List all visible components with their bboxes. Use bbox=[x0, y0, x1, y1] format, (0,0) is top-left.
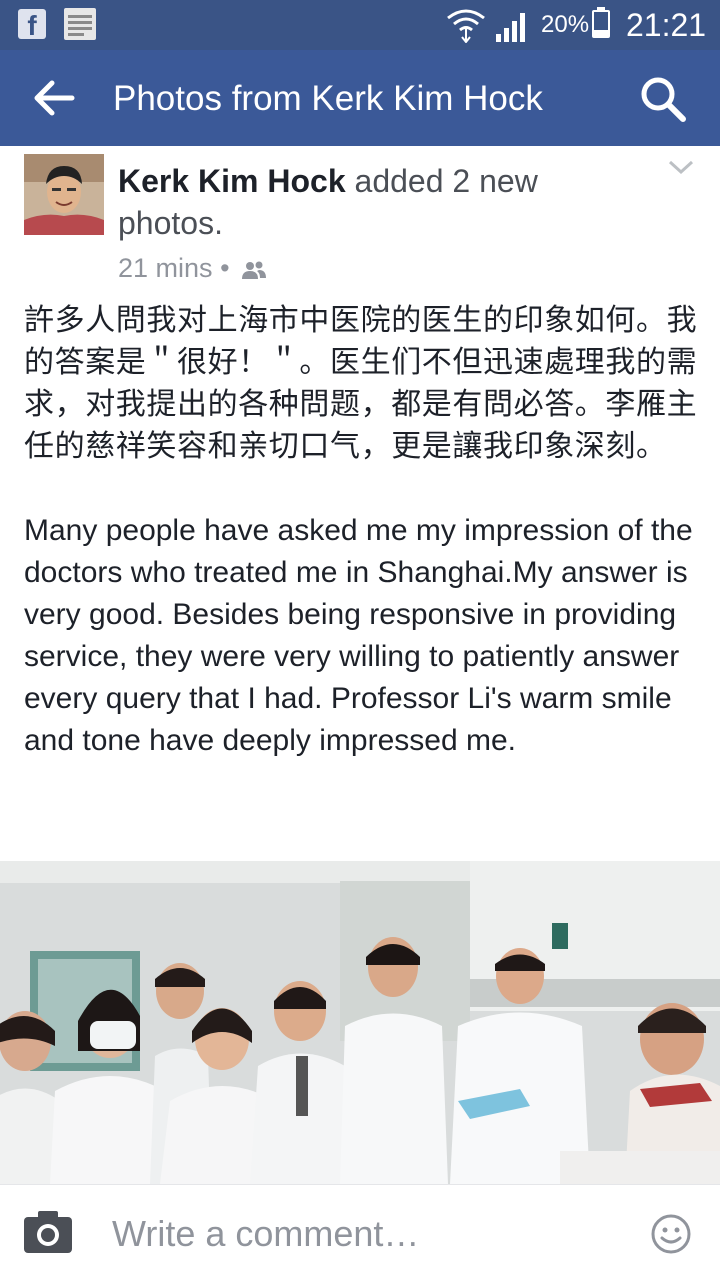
post-text-chinese: 許多人問我对上海市中医院的医生的印象如何。我的答案是＂很好！＂。医生们不但迅速處… bbox=[24, 304, 698, 463]
search-icon[interactable] bbox=[638, 74, 688, 124]
avatar[interactable] bbox=[24, 154, 104, 235]
comment-bar bbox=[0, 1184, 720, 1281]
post-timestamp-row: 21 mins • bbox=[118, 250, 267, 286]
friends-icon bbox=[242, 261, 267, 279]
comment-input[interactable] bbox=[112, 1211, 632, 1257]
post-text-english: Many people have asked me my impression … bbox=[24, 514, 693, 757]
smiley-icon[interactable] bbox=[650, 1213, 692, 1255]
post-photo[interactable] bbox=[0, 861, 720, 1184]
battery-icon bbox=[592, 7, 610, 38]
clock: 21:21 bbox=[626, 7, 707, 43]
chevron-down-icon[interactable] bbox=[666, 156, 696, 178]
signal-icon bbox=[496, 13, 525, 42]
page-title: Photos from Kerk Kim Hock bbox=[113, 79, 543, 118]
post-header: Kerk Kim Hock added 2 new photos. bbox=[118, 160, 638, 244]
battery-percent: 20% bbox=[541, 11, 590, 38]
news-app-icon bbox=[64, 8, 96, 40]
app-bar: Photos from Kerk Kim Hock bbox=[0, 50, 720, 146]
post-text: 許多人問我对上海市中医院的医生的印象如何。我的答案是＂很好！＂。医生们不但迅速處… bbox=[24, 300, 700, 762]
arrow-left-icon[interactable] bbox=[30, 76, 78, 120]
facebook-icon: f bbox=[18, 9, 46, 39]
camera-icon[interactable] bbox=[22, 1209, 74, 1255]
author-name[interactable]: Kerk Kim Hock bbox=[118, 163, 346, 199]
wifi-icon bbox=[447, 9, 485, 43]
status-bar: f 20% 21:21 bbox=[0, 0, 720, 50]
post-timestamp[interactable]: 21 mins bbox=[118, 253, 213, 283]
separator-dot: • bbox=[220, 253, 230, 283]
